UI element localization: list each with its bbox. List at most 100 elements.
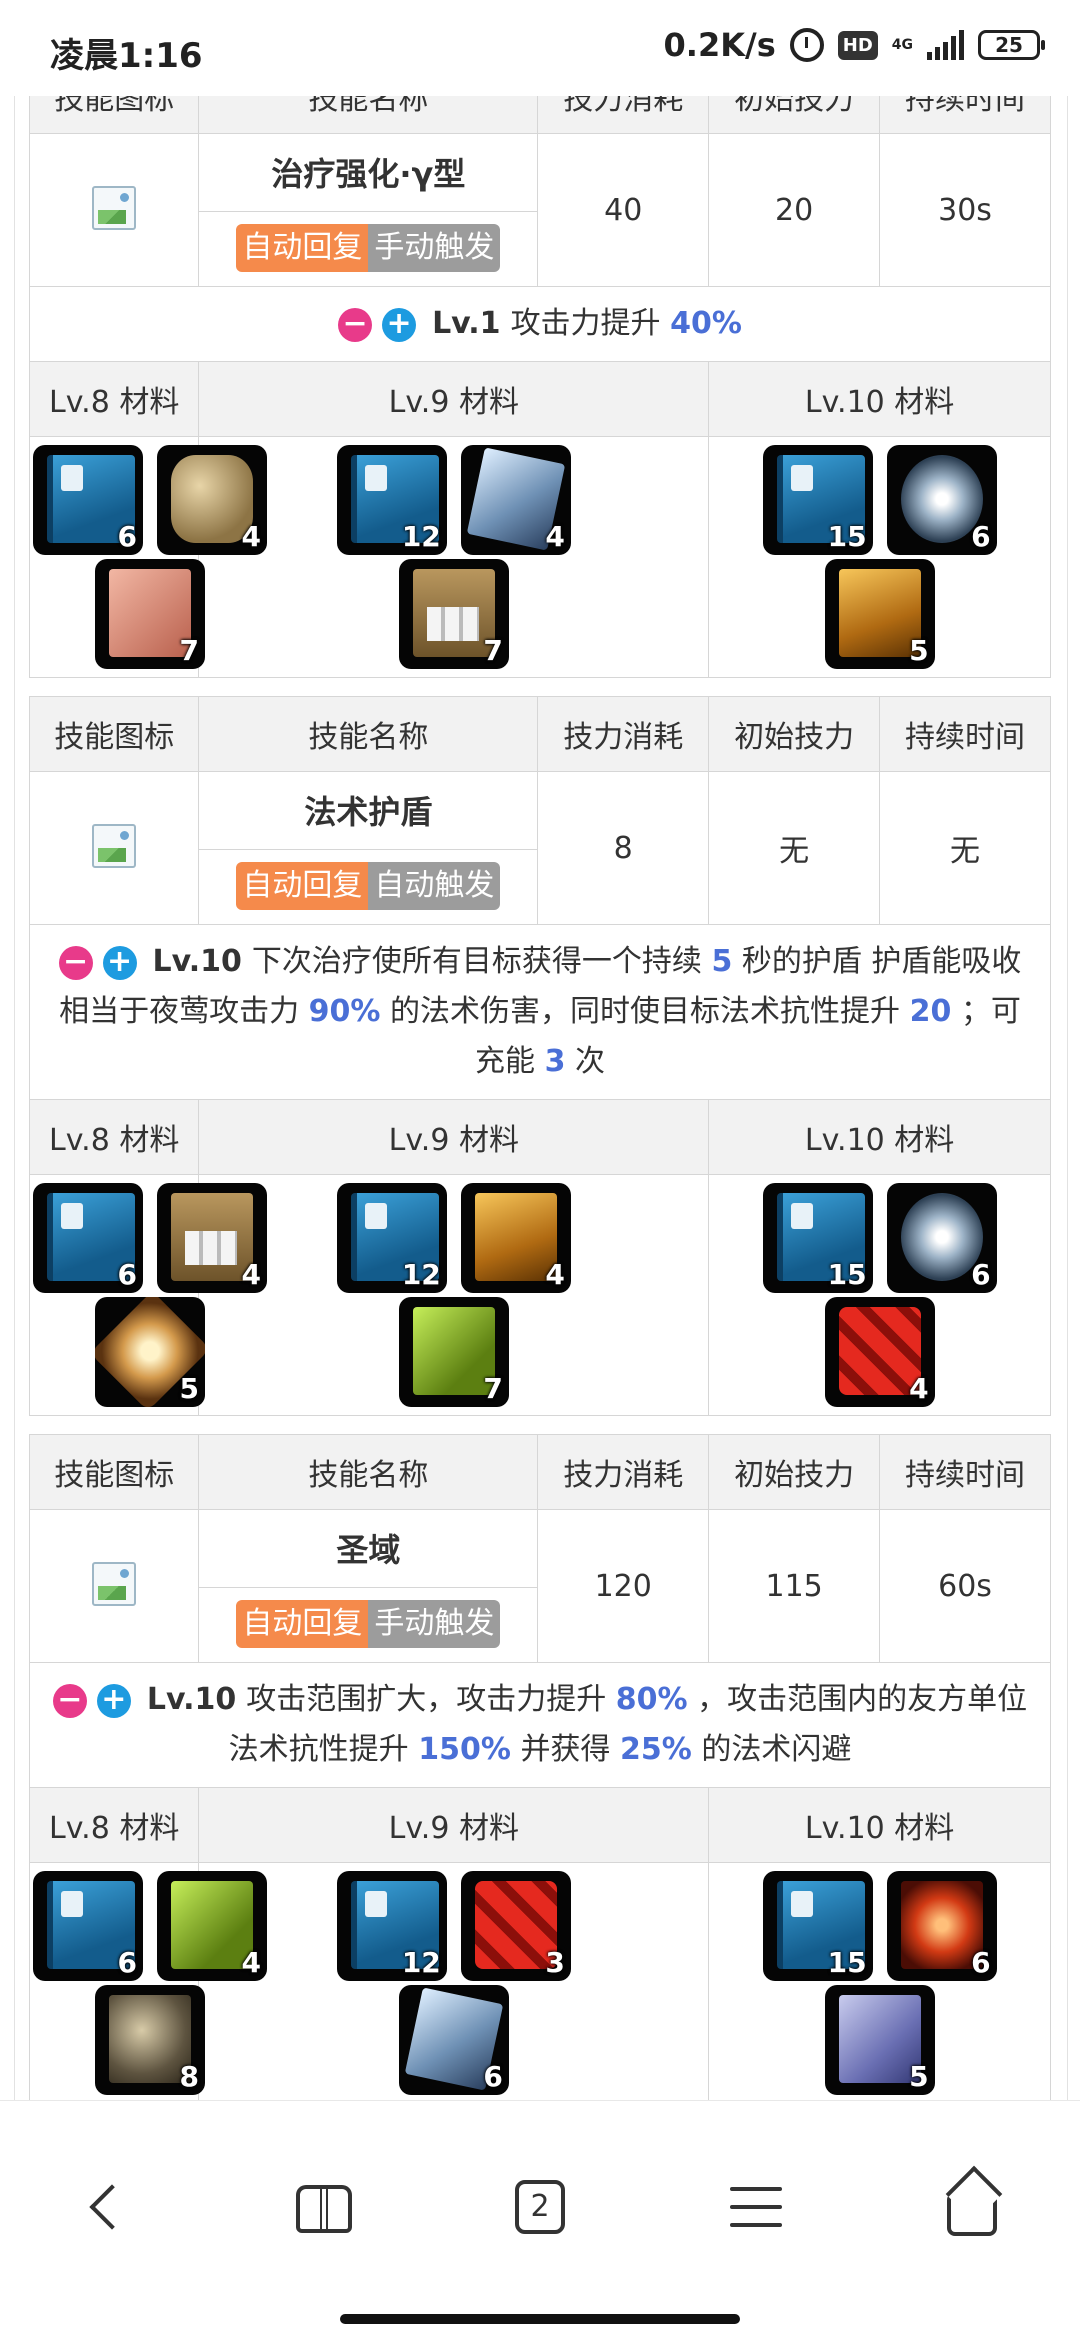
material-item[interactable]: 12 bbox=[336, 445, 447, 555]
level-increase-icon[interactable]: + bbox=[102, 945, 137, 980]
level-decrease-icon[interactable]: − bbox=[52, 1683, 87, 1718]
column-header: 持续时间 bbox=[879, 96, 1051, 134]
skill-value: 90% bbox=[308, 994, 381, 1029]
network-type: 4G bbox=[891, 37, 913, 53]
material-count: 7 bbox=[483, 1372, 503, 1405]
material-item[interactable]: 7 bbox=[398, 1297, 509, 1407]
skill-description: − + Lv.10 攻击范围扩大，攻击力提升 80% ，攻击范围内的友方单位法术抗性提… bbox=[29, 1662, 1051, 1788]
material-item[interactable]: 7 bbox=[95, 559, 205, 669]
material-item[interactable]: 7 bbox=[398, 559, 509, 669]
skill-text: 攻击范围扩大，攻击力提升 bbox=[246, 1682, 607, 1717]
level-decrease-icon[interactable]: − bbox=[338, 307, 373, 342]
material-count: 4 bbox=[241, 1258, 261, 1291]
skill-value: 20 bbox=[909, 994, 952, 1029]
material-count: 12 bbox=[401, 520, 441, 553]
status-indicators: 0.2K/s HD 4G 25 bbox=[664, 26, 1045, 64]
skill-value: 5 bbox=[711, 944, 733, 979]
skill-icon-cell bbox=[28, 1509, 200, 1663]
skill-description: − + Lv.10 下次治疗使所有目标获得一个持续 5 秒的护盾 护盾能吸收相当于夜莺… bbox=[29, 924, 1051, 1100]
back-button[interactable] bbox=[66, 2167, 146, 2247]
column-header: 技能名称 bbox=[198, 1434, 539, 1510]
skill-name: 圣域 bbox=[199, 1513, 538, 1588]
material-count: 6 bbox=[971, 1258, 991, 1291]
skill-value: 25% bbox=[619, 1732, 692, 1767]
skill-info-row: 法术护盾 自动回复 自动触发 8 无无 bbox=[28, 771, 1051, 925]
material-item[interactable]: 4 bbox=[460, 1183, 571, 1293]
home-icon bbox=[947, 2192, 997, 2236]
skill-text: 次 bbox=[574, 1044, 605, 1079]
material-item[interactable]: 5 bbox=[95, 1297, 205, 1407]
skill-desc-row: − + Lv.10 下次治疗使所有目标获得一个持续 5 秒的护盾 护盾能吸收相当于夜莺… bbox=[29, 924, 1051, 1100]
materials-cell: 6 4 7 bbox=[28, 436, 267, 678]
material-count: 7 bbox=[179, 634, 199, 667]
material-count: 15 bbox=[827, 520, 867, 553]
skill-image-icon bbox=[92, 186, 137, 230]
skill-name-cell: 治疗强化·γ型 自动回复 手动触发 bbox=[198, 133, 539, 287]
material-item[interactable]: 6 bbox=[33, 445, 143, 555]
material-item[interactable]: 6 bbox=[886, 1871, 997, 1981]
material-count: 15 bbox=[827, 1946, 867, 1979]
material-item[interactable]: 15 bbox=[762, 445, 873, 555]
skill-image-icon bbox=[92, 824, 137, 868]
skill-desc-row: − + Lv.10 攻击范围扩大，攻击力提升 80% ，攻击范围内的友方单位法术抗性提… bbox=[29, 1662, 1051, 1788]
level-increase-icon[interactable]: + bbox=[382, 307, 417, 342]
skill-icon-cell bbox=[28, 133, 200, 287]
material-item[interactable]: 5 bbox=[824, 559, 935, 669]
materials-level-header: Lv.9 材料 bbox=[198, 1099, 710, 1175]
material-item[interactable]: 4 bbox=[157, 445, 267, 555]
material-count: 4 bbox=[545, 1258, 565, 1291]
skill-value: 40% bbox=[670, 306, 742, 341]
materials-level-header: Lv.10 材料 bbox=[708, 361, 1051, 437]
bookmarks-button[interactable] bbox=[284, 2167, 364, 2247]
material-count: 7 bbox=[483, 634, 503, 667]
skill-value: 150% bbox=[418, 1732, 511, 1767]
material-item[interactable]: 4 bbox=[460, 445, 571, 555]
material-item[interactable]: 6 bbox=[33, 1183, 143, 1293]
material-item[interactable]: 5 bbox=[824, 1985, 935, 2095]
material-count: 4 bbox=[241, 1946, 261, 1979]
skill-level: Lv.10 bbox=[146, 1682, 237, 1717]
material-item[interactable]: 15 bbox=[762, 1183, 873, 1293]
materials-row: 6 4 5 12 4 7 15 6 4 bbox=[28, 1174, 1051, 1416]
material-count: 5 bbox=[179, 1372, 199, 1405]
trigger-tag: 手动触发 bbox=[368, 1599, 501, 1648]
home-button[interactable] bbox=[932, 2167, 1012, 2247]
skill-name: 法术护盾 bbox=[199, 775, 538, 850]
back-icon bbox=[89, 2184, 135, 2230]
menu-button[interactable] bbox=[716, 2167, 796, 2247]
material-item[interactable]: 12 bbox=[336, 1183, 447, 1293]
material-item[interactable]: 6 bbox=[886, 1183, 997, 1293]
materials-row: 6 4 7 12 4 7 15 6 5 bbox=[28, 436, 1051, 678]
level-increase-icon[interactable]: + bbox=[96, 1683, 131, 1718]
material-item[interactable]: 6 bbox=[33, 1871, 143, 1981]
home-indicator[interactable] bbox=[340, 2314, 740, 2324]
skill-text: 并获得 bbox=[520, 1732, 611, 1767]
material-item[interactable]: 3 bbox=[460, 1871, 571, 1981]
material-item[interactable]: 8 bbox=[95, 1985, 205, 2095]
material-count: 6 bbox=[971, 1946, 991, 1979]
material-item[interactable]: 6 bbox=[398, 1985, 509, 2095]
sp-recovery-tag: 自动回复 bbox=[236, 223, 369, 272]
level-decrease-icon[interactable]: − bbox=[58, 945, 93, 980]
materials-cell: 12 4 7 bbox=[198, 436, 710, 678]
status-time: 凌晨1:16 bbox=[50, 36, 203, 76]
hd-icon: HD bbox=[837, 30, 878, 60]
skill-header-row: 技能图标 技能名称 技力消耗 初始技力 持续时间 bbox=[28, 696, 1051, 772]
skill-text: 的法术闪避 bbox=[701, 1732, 852, 1767]
material-count: 5 bbox=[909, 2060, 929, 2093]
column-header: 技能图标 bbox=[28, 1434, 200, 1510]
material-item[interactable]: 4 bbox=[824, 1297, 935, 1407]
material-item[interactable]: 15 bbox=[762, 1871, 873, 1981]
material-count: 6 bbox=[117, 1946, 137, 1979]
material-count: 4 bbox=[909, 1372, 929, 1405]
column-header: 持续时间 bbox=[879, 696, 1051, 772]
material-item[interactable]: 6 bbox=[886, 445, 997, 555]
skill-image-icon bbox=[92, 1562, 137, 1606]
material-item[interactable]: 12 bbox=[336, 1871, 447, 1981]
page-content[interactable]: 技能图标 技能名称 技力消耗 初始技力 持续时间 治疗强化·γ型 自动回复 手动触发 40 20 3… bbox=[14, 96, 1068, 2100]
material-item[interactable]: 4 bbox=[157, 1871, 267, 1981]
tabs-button[interactable]: 2 bbox=[500, 2167, 580, 2247]
material-item[interactable]: 4 bbox=[157, 1183, 267, 1293]
materials-cell: 12 4 7 bbox=[198, 1174, 710, 1416]
sp-cost: 8 bbox=[537, 771, 710, 925]
